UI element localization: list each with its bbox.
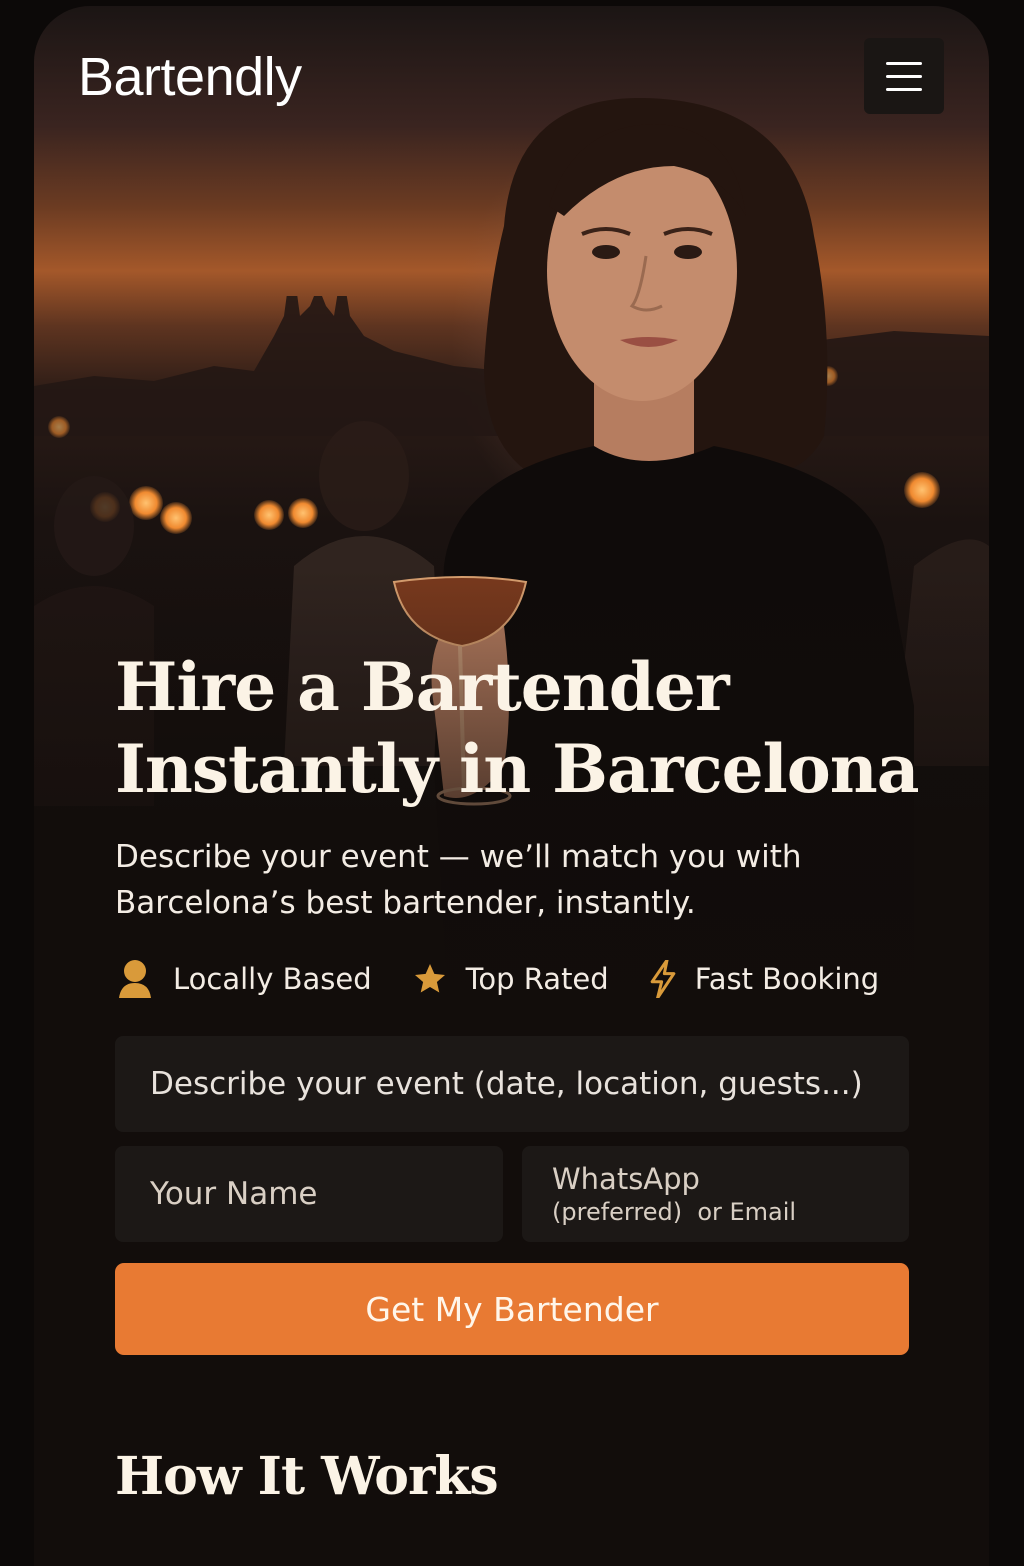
subhead-line: Describe your event — we’ll match you wi…: [115, 839, 802, 875]
app-screen: Bartendly Hire a Bartender Instantly in …: [34, 6, 989, 1566]
menu-bar: [886, 87, 922, 91]
hamburger-menu-icon[interactable]: [864, 38, 944, 114]
event-placeholder: Describe your event (date, location, gue…: [150, 1066, 863, 1102]
contact-placeholder-line: WhatsApp: [552, 1162, 700, 1196]
event-description-input[interactable]: Describe your event (date, location, gue…: [115, 1036, 909, 1132]
feature-list: Locally Based Top Rated Fast Booking: [115, 958, 919, 1000]
star-icon: [414, 964, 445, 993]
hero-headline: Hire a Bartender Instantly in Barcelona: [115, 646, 935, 810]
menu-bar: [886, 74, 922, 78]
person-icon: [119, 960, 151, 998]
contact-input[interactable]: WhatsApp (preferred) or Email: [522, 1146, 909, 1242]
menu-bar: [886, 61, 922, 65]
subhead-line: Barcelona’s best bartender, instantly.: [115, 885, 696, 921]
how-it-works-title: How It Works: [115, 1446, 499, 1507]
feature-label: Top Rated: [465, 962, 609, 996]
feature-locally-based: Locally Based: [115, 958, 372, 1000]
lightning-bolt-icon: [650, 960, 676, 998]
name-input[interactable]: Your Name: [115, 1146, 503, 1242]
get-my-bartender-button[interactable]: Get My Bartender: [115, 1263, 909, 1355]
feature-top-rated: Top Rated: [412, 961, 609, 997]
feature-label: Locally Based: [173, 962, 372, 996]
name-placeholder: Your Name: [150, 1176, 318, 1212]
hero-subheading: Describe your event — we’ll match you wi…: [115, 834, 935, 926]
brand-logo[interactable]: Bartendly: [78, 46, 302, 108]
headline-line: Hire a Bartender: [115, 648, 730, 726]
feature-fast-booking: Fast Booking: [649, 960, 880, 998]
contact-placeholder-line: (preferred) or Email: [552, 1198, 797, 1226]
headline-line: Instantly in Barcelona: [115, 730, 920, 808]
feature-label: Fast Booking: [694, 962, 880, 996]
